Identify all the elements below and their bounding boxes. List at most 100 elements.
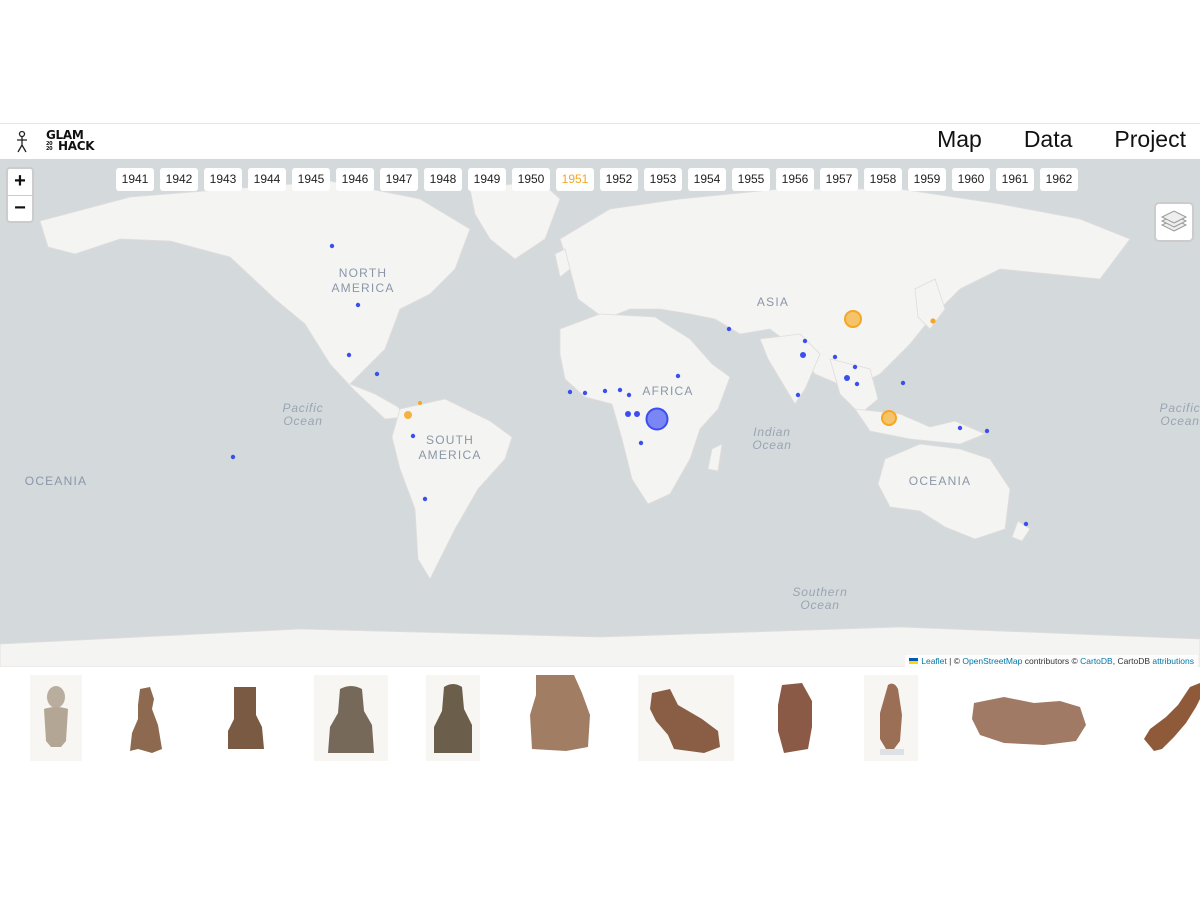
leaflet-link[interactable]: Leaflet [921,656,947,666]
label-pacific-east-1: Pacific [1160,401,1200,415]
marker[interactable] [230,454,236,460]
thumbnail-figurine-10[interactable] [964,675,1104,761]
year-1952[interactable]: 1952 [600,168,638,191]
year-1951[interactable]: 1951 [556,168,594,191]
year-1954[interactable]: 1954 [688,168,726,191]
year-1950[interactable]: 1950 [512,168,550,191]
thumbnail-figurine-7[interactable] [638,675,734,761]
marker[interactable] [625,411,631,417]
thumbnail-figurine-9[interactable] [864,675,918,761]
cartodb-link[interactable]: CartoDB [1080,656,1113,666]
label-north-america-2: AMERICA [331,281,394,295]
marker[interactable] [957,425,963,431]
thumbnail-figurine-11[interactable] [1140,675,1200,761]
marker[interactable] [617,387,623,393]
thumbnail-figurine-5[interactable] [426,675,480,761]
zoom-control: + − [6,167,34,223]
marker[interactable] [626,392,632,398]
marker-selected[interactable] [418,401,422,405]
marker[interactable] [800,352,806,358]
nav-data[interactable]: Data [1024,126,1073,153]
marker[interactable] [410,433,416,439]
label-indian-2: Ocean [752,438,791,452]
label-south-america-2: AMERICA [418,448,481,462]
year-1955[interactable]: 1955 [732,168,770,191]
osm-link[interactable]: OpenStreetMap [962,656,1022,666]
marker[interactable] [638,440,644,446]
marker[interactable] [795,392,801,398]
thumbnail-figurine-3[interactable] [216,675,274,761]
year-1944[interactable]: 1944 [248,168,286,191]
year-1957[interactable]: 1957 [820,168,858,191]
year-1953[interactable]: 1953 [644,168,682,191]
marker[interactable] [329,243,335,249]
marker[interactable] [844,375,850,381]
marker[interactable] [854,381,860,387]
marker[interactable] [726,326,732,332]
marker-selected[interactable] [404,411,412,419]
thumbnail-figurine-2[interactable] [118,675,172,761]
label-indian-1: Indian [753,425,791,439]
year-1942[interactable]: 1942 [160,168,198,191]
thumbnail-figurine-6[interactable] [524,675,596,761]
marker[interactable] [602,388,608,394]
main-nav: Map Data Project [937,126,1186,153]
world-map[interactable]: NORTH AMERICA SOUTH AMERICA AFRICA ASIA … [0,159,1200,667]
year-selector: 1941 1942 1943 1944 1945 1946 1947 1948 1949 1950… [116,168,1078,191]
label-south-america-1: SOUTH [426,433,474,447]
logo-year: 20 20 [46,140,53,152]
thumbnail-figurine-8[interactable] [768,675,822,761]
marker[interactable] [1023,521,1029,527]
ukraine-flag-icon [909,658,919,664]
label-pacific-east-2: Ocean [1160,414,1199,428]
year-1960[interactable]: 1960 [952,168,990,191]
marker-large[interactable] [645,407,669,431]
marker[interactable] [984,428,990,434]
marker[interactable] [374,371,380,377]
marker[interactable] [422,496,428,502]
label-africa: AFRICA [642,384,693,398]
year-1949[interactable]: 1949 [468,168,506,191]
marker-selected[interactable] [881,410,897,426]
attribution-text: contributors © [1022,656,1081,666]
marker-selected[interactable] [844,310,862,328]
marker[interactable] [832,354,838,360]
marker[interactable] [567,389,573,395]
marker[interactable] [802,338,808,344]
year-1961[interactable]: 1961 [996,168,1034,191]
attributions-link[interactable]: attributions [1152,656,1194,666]
year-1941[interactable]: 1941 [116,168,154,191]
label-oceania-west: OCEANIA [25,474,87,488]
year-1945[interactable]: 1945 [292,168,330,191]
zoom-in-button[interactable]: + [8,169,32,195]
label-asia: ASIA [757,295,789,309]
thumbnail-figurine-4[interactable] [314,675,388,761]
marker[interactable] [852,364,858,370]
marker[interactable] [675,373,681,379]
thumbnail-figurine-1[interactable] [30,675,82,761]
year-1958[interactable]: 1958 [864,168,902,191]
year-1948[interactable]: 1948 [424,168,462,191]
year-1947[interactable]: 1947 [380,168,418,191]
year-1959[interactable]: 1959 [908,168,946,191]
glamhack-logo[interactable]: GLAM 20 20 HACK [46,129,95,152]
attribution-text: , CartoDB [1112,656,1153,666]
year-1956[interactable]: 1956 [776,168,814,191]
year-1943[interactable]: 1943 [204,168,242,191]
map-tiles: NORTH AMERICA SOUTH AMERICA AFRICA ASIA … [0,180,1200,667]
marker[interactable] [582,390,588,396]
attribution-text: | © [946,656,963,666]
marker-selected[interactable] [930,318,936,324]
marker[interactable] [355,302,361,308]
zoom-out-button[interactable]: − [8,195,32,221]
marker[interactable] [900,380,906,386]
year-1946[interactable]: 1946 [336,168,374,191]
layers-button[interactable] [1154,202,1194,242]
nav-map[interactable]: Map [937,126,982,153]
label-oceania-east: OCEANIA [909,474,971,488]
marker[interactable] [634,411,640,417]
label-southern-2: Ocean [800,598,839,612]
marker[interactable] [346,352,352,358]
nav-project[interactable]: Project [1114,126,1186,153]
year-1962[interactable]: 1962 [1040,168,1078,191]
